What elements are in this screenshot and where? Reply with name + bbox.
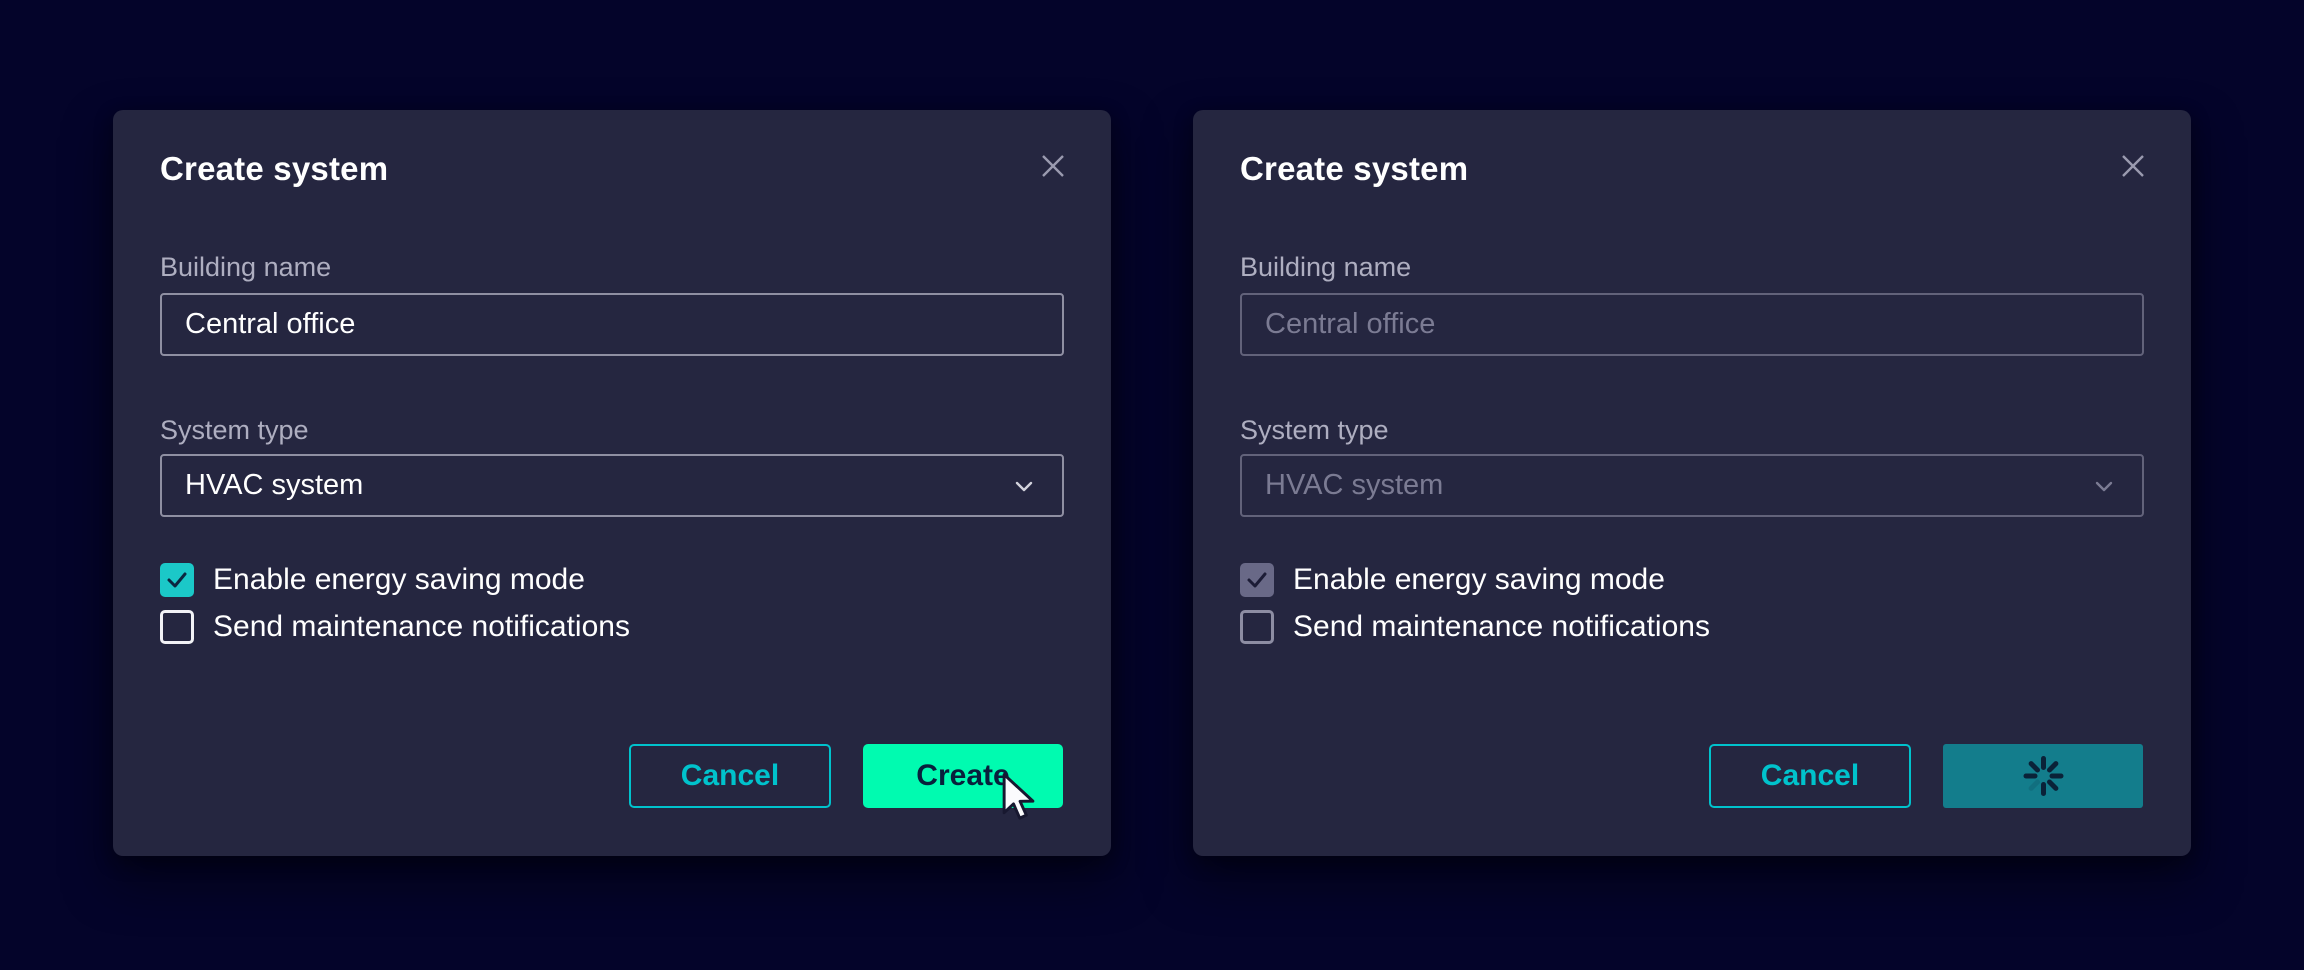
building-name-label: Building name (160, 252, 331, 283)
energy-saving-label: Enable energy saving mode (213, 563, 585, 597)
close-icon (1039, 152, 1067, 180)
create-button-loading (1943, 744, 2143, 808)
maintenance-checkbox-row[interactable]: Send maintenance notifications (160, 610, 630, 644)
cancel-button[interactable]: Cancel (629, 744, 831, 808)
system-type-label: System type (1240, 415, 1389, 446)
cancel-button[interactable]: Cancel (1709, 744, 1911, 808)
building-name-input-disabled (1240, 293, 2144, 356)
chevron-down-icon (2089, 471, 2119, 501)
system-type-label: System type (160, 415, 309, 446)
close-button[interactable] (2115, 148, 2151, 184)
system-type-select-disabled: HVAC system (1240, 454, 2144, 517)
energy-saving-checkbox-row-disabled: Enable energy saving mode (1240, 563, 1665, 597)
close-icon (2119, 152, 2147, 180)
chevron-down-icon (1009, 471, 1039, 501)
maintenance-label: Send maintenance notifications (1293, 610, 1710, 644)
system-type-value: HVAC system (185, 469, 363, 502)
create-button[interactable]: Create (863, 744, 1063, 808)
dialog-actions: Cancel Create (113, 744, 1111, 808)
system-type-value: HVAC system (1265, 469, 1443, 502)
building-name-label: Building name (1240, 252, 1411, 283)
loading-spinner-icon (2015, 748, 2071, 804)
close-button[interactable] (1035, 148, 1071, 184)
check-icon (1245, 568, 1269, 592)
energy-saving-checkbox-disabled (1240, 563, 1274, 597)
system-type-select[interactable]: HVAC system (160, 454, 1064, 517)
dialog-title: Create system (1240, 150, 1468, 188)
create-system-dialog-loading: Create system Building name System type … (1193, 110, 2191, 856)
maintenance-label: Send maintenance notifications (213, 610, 630, 644)
energy-saving-checkbox[interactable] (160, 563, 194, 597)
maintenance-checkbox[interactable] (160, 610, 194, 644)
check-icon (165, 568, 189, 592)
dialog-title: Create system (160, 150, 388, 188)
dialog-actions: Cancel (1193, 744, 2191, 808)
maintenance-checkbox-disabled (1240, 610, 1274, 644)
energy-saving-label: Enable energy saving mode (1293, 563, 1665, 597)
building-name-input[interactable] (160, 293, 1064, 356)
create-system-dialog: Create system Building name System type … (113, 110, 1111, 856)
maintenance-checkbox-row-disabled: Send maintenance notifications (1240, 610, 1710, 644)
energy-saving-checkbox-row[interactable]: Enable energy saving mode (160, 563, 585, 597)
